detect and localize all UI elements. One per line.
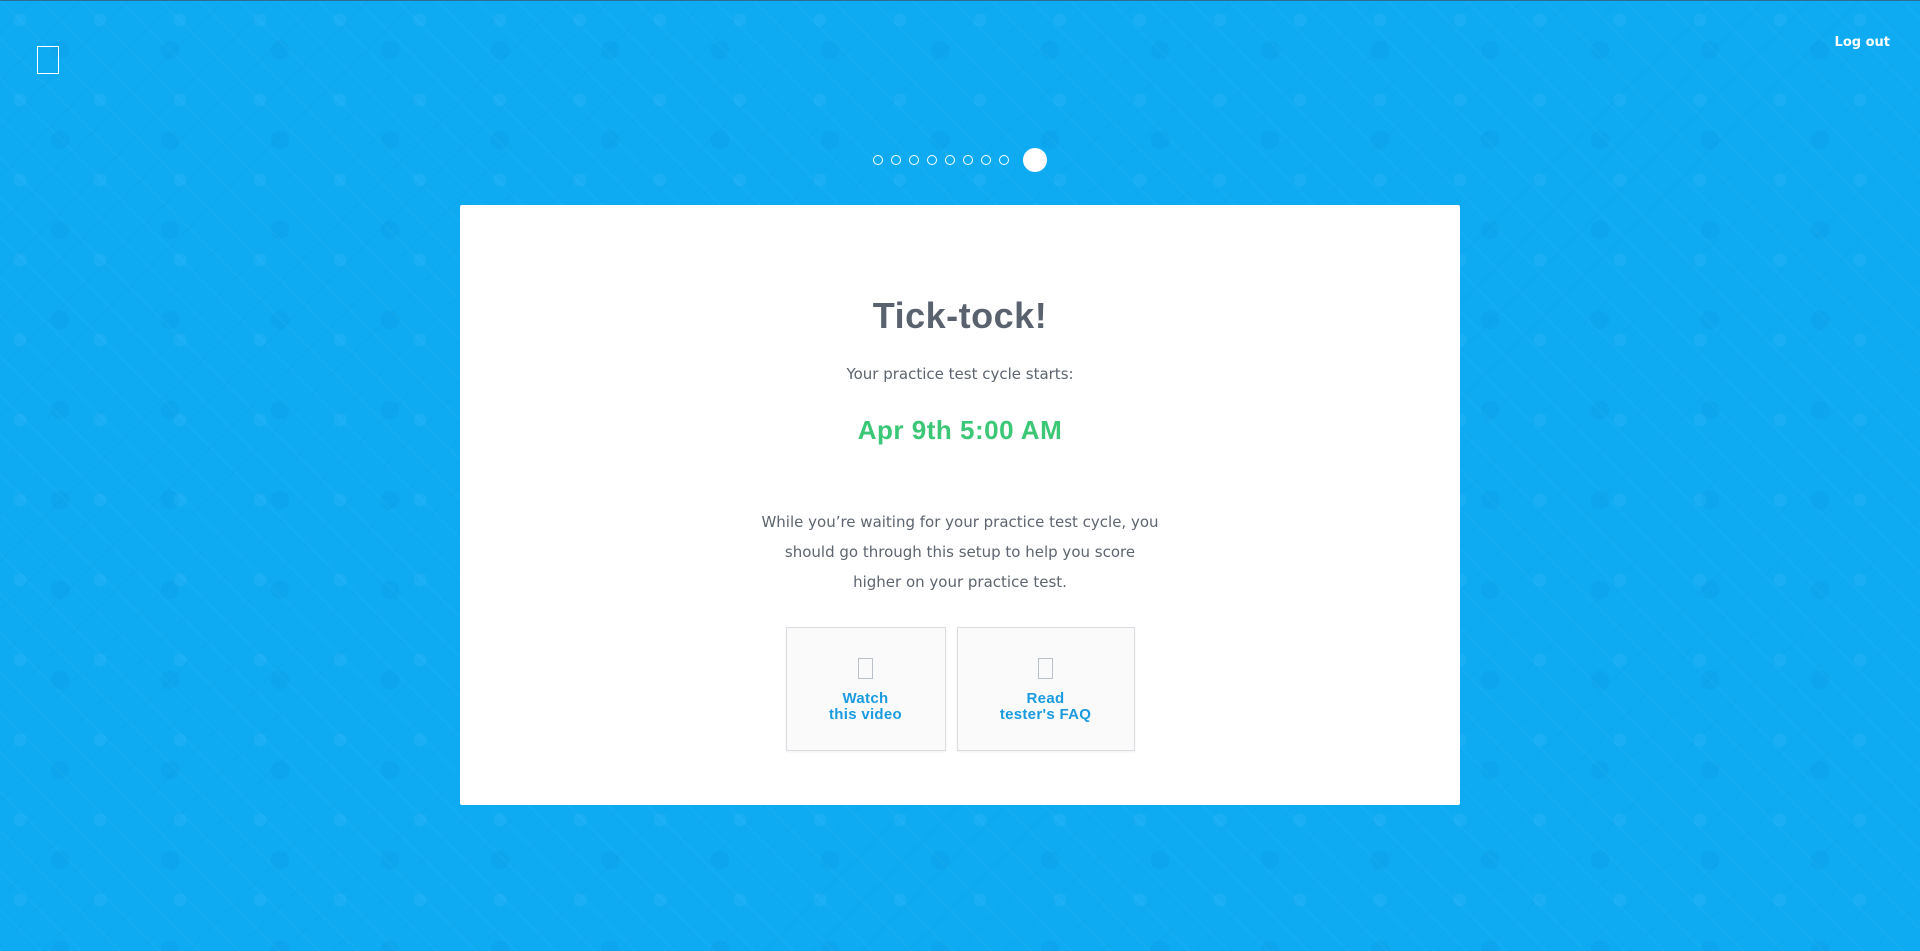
watch-video-label-line2: this video bbox=[828, 706, 902, 723]
read-faq-label-line1: Read bbox=[1026, 690, 1065, 707]
start-datetime: Apr 9th 5:00 AM bbox=[857, 415, 1063, 445]
action-tiles: Watch this video Read tester's FAQ bbox=[460, 627, 1460, 751]
instructions-text: While you’re waiting for your practice t… bbox=[761, 513, 1159, 591]
faq-icon bbox=[1038, 658, 1053, 679]
watch-video-label: Watch this video bbox=[829, 691, 902, 723]
watch-video-label-line1: Watch bbox=[842, 690, 889, 707]
read-faq-label-line2: tester's FAQ bbox=[999, 706, 1092, 723]
read-faq-button[interactable]: Read tester's FAQ bbox=[956, 627, 1135, 751]
top-border bbox=[0, 0, 1920, 1]
step-dot bbox=[909, 155, 919, 165]
step-dot bbox=[873, 155, 883, 165]
step-dot bbox=[999, 155, 1009, 165]
step-dot bbox=[981, 155, 991, 165]
step-dot bbox=[963, 155, 973, 165]
page-title: Tick-tock! bbox=[872, 295, 1048, 336]
progress-steps bbox=[0, 148, 1920, 172]
step-dot bbox=[927, 155, 937, 165]
logout-link[interactable]: Log out bbox=[1835, 35, 1890, 50]
read-faq-label: Read tester's FAQ bbox=[1000, 691, 1091, 723]
watch-video-button[interactable]: Watch this video bbox=[785, 627, 946, 751]
step-dot bbox=[891, 155, 901, 165]
main-card: Tick-tock! Your practice test cycle star… bbox=[460, 205, 1460, 805]
step-dot bbox=[945, 155, 955, 165]
video-icon bbox=[858, 658, 873, 679]
step-dot-current bbox=[1023, 148, 1047, 172]
logo-icon[interactable] bbox=[37, 46, 59, 74]
start-label: Your practice test cycle starts: bbox=[846, 365, 1074, 383]
